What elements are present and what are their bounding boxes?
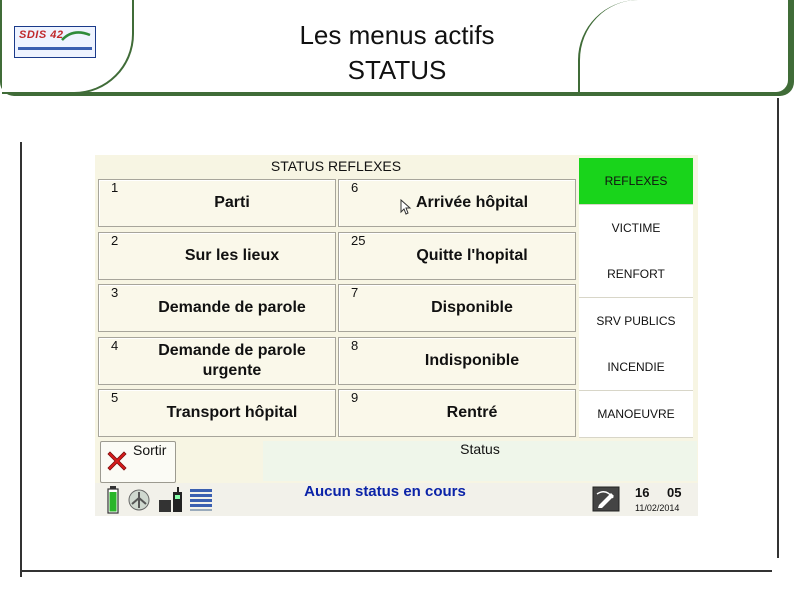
category-incendie[interactable]: INCENDIE (579, 344, 693, 391)
frame-line-left (20, 142, 22, 577)
status-label: Disponible (431, 299, 513, 316)
status-screen: STATUS REFLEXES 1 Parti 6 Arrivée hôpita… (95, 155, 698, 516)
category-reflexes[interactable]: REFLEXES (579, 158, 693, 205)
exit-button[interactable]: Sortir (100, 441, 176, 483)
radio-icon (159, 487, 182, 512)
status-label: Transport hôpital (166, 404, 298, 421)
status-number: 8 (351, 338, 359, 353)
status-label: Indisponible (424, 352, 520, 369)
status-label: Sur les lieux (184, 247, 280, 264)
status-number: 25 (351, 233, 366, 248)
frame-line-bottom (22, 570, 772, 572)
clock-minute: 05 (667, 485, 682, 500)
clock-date: 11/02/2014 (635, 503, 680, 513)
category-label: INCENDIE (607, 360, 665, 374)
antenna-icon (128, 489, 150, 511)
clock-hour: 16 (635, 485, 650, 500)
battery-icon (107, 486, 119, 514)
status-button[interactable]: 6 Arrivée hôpital (338, 179, 576, 227)
status-button[interactable]: 5 Transport hôpital (98, 389, 336, 437)
slide-title: Les menus actifs (299, 20, 495, 50)
status-button[interactable]: 2 Sur les lieux (98, 232, 336, 280)
category-label: MANOEUVRE (597, 407, 675, 421)
category-srv-publics[interactable]: SRV PUBLICS (579, 298, 693, 345)
status-title-bar: Status (263, 441, 697, 481)
status-label: Parti (214, 194, 250, 211)
status-number: 6 (351, 180, 359, 195)
edit-icon[interactable] (592, 486, 620, 512)
status-button[interactable]: 7 Disponible (338, 284, 576, 332)
current-status-text: Aucun status en cours (304, 483, 466, 500)
cursor-icon (400, 199, 412, 215)
status-button[interactable]: 9 Rentré (338, 389, 576, 437)
status-button[interactable]: 3 Demande de parole (98, 284, 336, 332)
status-number: 9 (351, 390, 359, 405)
frame-line-right (777, 98, 779, 558)
slide-header: SDIS 42 Les menus actifs STATUS (0, 0, 794, 96)
status-button[interactable]: 1 Parti (98, 179, 336, 227)
status-number: 5 (111, 390, 119, 405)
status-number: 1 (111, 180, 119, 195)
status-label: Quitte l'hopital (416, 247, 528, 264)
category-manoeuvre[interactable]: MANOEUVRE (579, 391, 693, 438)
category-label: REFLEXES (604, 174, 668, 188)
category-label: VICTIME (611, 221, 661, 235)
category-renfort[interactable]: RENFORT (579, 251, 693, 298)
status-number: 2 (111, 233, 119, 248)
category-label: SRV PUBLICS (596, 314, 676, 328)
status-number: 4 (111, 338, 119, 353)
category-victime[interactable]: VICTIME (579, 205, 693, 252)
bottom-status-strip: Aucun status en cours 16 05 11/02/2014 (95, 483, 698, 516)
category-sidebar: REFLEXES VICTIME RENFORT SRV PUBLICS INC… (579, 158, 693, 438)
status-number: 3 (111, 285, 119, 300)
category-label: RENFORT (607, 267, 665, 281)
status-label: Rentré (446, 404, 498, 421)
close-icon (107, 451, 127, 471)
slide-subtitle: STATUS (347, 55, 447, 85)
exit-label: Sortir (133, 442, 167, 458)
status-label: Demande de parole urgente (158, 342, 306, 379)
status-button[interactable]: 25 Quitte l'hopital (338, 232, 576, 280)
signal-bars-icon (190, 489, 212, 511)
status-button[interactable]: 8 Indisponible (338, 337, 576, 385)
status-button[interactable]: 4 Demande de parole urgente (98, 337, 336, 385)
status-number: 7 (351, 285, 359, 300)
status-label: Demande de parole (158, 299, 306, 316)
grid-header: STATUS REFLEXES (270, 158, 402, 174)
